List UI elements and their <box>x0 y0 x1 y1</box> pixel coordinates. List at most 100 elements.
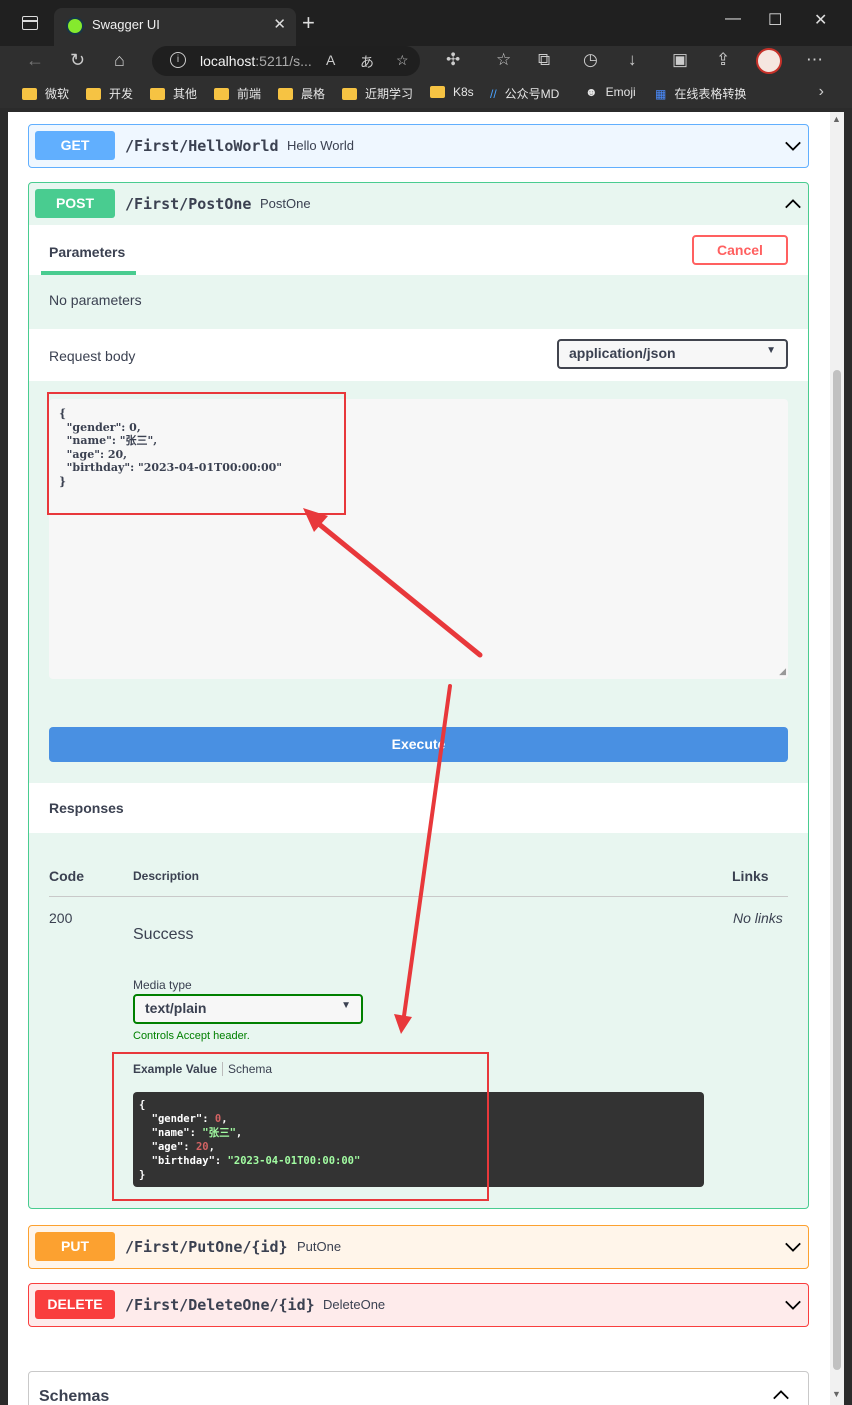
tab-close-icon[interactable]: ✕ <box>273 15 286 33</box>
method-badge: GET <box>35 131 115 160</box>
schemas-section[interactable]: Schemas <box>28 1371 809 1405</box>
collections-icon[interactable]: ⧉ <box>538 50 550 70</box>
table-icon: ▦ <box>655 87 667 101</box>
content-type-value: application/json <box>569 345 676 361</box>
schemas-title: Schemas <box>39 1388 110 1405</box>
response-description: Success <box>133 926 194 943</box>
folder-icon <box>342 88 357 100</box>
add-favorite-icon[interactable]: ☆ <box>396 52 409 69</box>
folder-icon <box>278 88 293 100</box>
tab-parameters[interactable]: Parameters <box>49 244 125 260</box>
operation-path: /First/HelloWorld <box>125 137 279 155</box>
tab-title: Swagger UI <box>92 17 160 32</box>
operation-description: PostOne <box>260 196 311 211</box>
history-icon[interactable]: ◷ <box>583 50 598 70</box>
profile-avatar[interactable] <box>756 48 782 74</box>
chevron-up-icon[interactable] <box>772 1386 790 1404</box>
no-links-text: No links <box>733 910 783 926</box>
execute-button[interactable]: Execute <box>49 727 788 762</box>
media-type-select[interactable]: text/plain ▼ <box>133 994 363 1024</box>
table-divider <box>49 896 788 897</box>
refresh-icon[interactable]: ↻ <box>70 50 85 71</box>
column-code: Code <box>49 868 84 884</box>
favorites-icon[interactable]: ☆ <box>496 50 511 70</box>
bookmark-folder[interactable]: 其他 <box>150 85 197 102</box>
vertical-scrollbar[interactable]: ▲ ▼ <box>830 112 844 1405</box>
bookmark-folder[interactable]: K8s <box>430 85 474 99</box>
bookmark-folder[interactable]: 前端 <box>214 85 261 102</box>
operation-summary[interactable]: PUT /First/PutOne/{id} PutOne <box>29 1226 808 1268</box>
bookmark-folder[interactable]: 微软 <box>22 85 69 102</box>
downloads-icon[interactable]: ↓ <box>628 50 637 70</box>
operation-description: Hello World <box>287 138 354 153</box>
operation-summary[interactable]: GET /First/HelloWorld Hello World <box>29 125 808 167</box>
chevron-down-icon: ▼ <box>341 1000 351 1011</box>
navigation-bar: ← ↻ ⌂ i localhost:5211/s... A あ ☆ ✣ ☆ ⧉ … <box>0 46 852 78</box>
bookmarks-bar: 微软 开发 其他 前端 晨格 近期学习 K8s //公众号MD ☻ Emoji ▦… <box>0 78 852 108</box>
bookmark-folder[interactable]: 近期学习 <box>342 85 413 102</box>
media-type-value: text/plain <box>145 1000 207 1016</box>
operation-summary[interactable]: DELETE /First/DeleteOne/{id} DeleteOne <box>29 1284 808 1326</box>
emoji-icon: ☻ <box>585 85 598 99</box>
method-badge: PUT <box>35 1232 115 1261</box>
bookmark-folder[interactable]: 开发 <box>86 85 133 102</box>
extensions-icon[interactable]: ✣ <box>446 50 460 70</box>
folder-icon <box>214 88 229 100</box>
title-bar: Swagger UI ✕ + — ☐ ✕ <box>0 0 852 46</box>
operation-summary[interactable]: POST /First/PostOne PostOne <box>29 183 808 225</box>
operation-description: PutOne <box>297 1239 342 1254</box>
bookmark-link[interactable]: ▦ 在线表格转换 <box>655 85 746 102</box>
address-bar[interactable]: i localhost:5211/s... <box>152 46 420 76</box>
resize-handle-icon[interactable]: ◢ <box>779 666 786 677</box>
window-menu-icon[interactable] <box>22 16 38 30</box>
chevron-down-icon[interactable] <box>784 1296 802 1314</box>
math-solver-icon[interactable]: ▣ <box>672 50 688 70</box>
new-tab-button[interactable]: + <box>302 10 315 36</box>
bookmark-link[interactable]: ☻ Emoji <box>585 85 636 99</box>
chevron-up-icon[interactable] <box>784 195 802 213</box>
operation-path: /First/DeleteOne/{id} <box>125 1296 315 1314</box>
parameters-header: Parameters Cancel <box>29 225 808 275</box>
content-type-select[interactable]: application/json ▼ <box>557 339 788 369</box>
md-icon: // <box>490 87 497 101</box>
operation-get[interactable]: GET /First/HelloWorld Hello World <box>28 124 809 168</box>
chevron-down-icon[interactable] <box>784 137 802 155</box>
bookmarks-overflow-icon[interactable]: › <box>819 83 824 101</box>
minimize-button[interactable]: — <box>725 10 741 28</box>
operation-delete[interactable]: DELETE /First/DeleteOne/{id} DeleteOne <box>28 1283 809 1327</box>
read-aloud-icon[interactable]: A <box>326 52 335 68</box>
operation-put[interactable]: PUT /First/PutOne/{id} PutOne <box>28 1225 809 1269</box>
translate-icon[interactable]: あ <box>360 52 374 72</box>
response-code: 200 <box>49 910 73 926</box>
annotation-box-request <box>47 392 346 515</box>
responses-header: Responses <box>29 783 808 833</box>
operation-path: /First/PostOne <box>125 195 252 213</box>
cancel-button[interactable]: Cancel <box>692 235 788 265</box>
home-icon[interactable]: ⌂ <box>114 50 125 71</box>
bookmark-folder[interactable]: 晨格 <box>278 85 325 102</box>
share-icon[interactable]: ⇪ <box>716 50 730 70</box>
swagger-page: GET /First/HelloWorld Hello World POST /… <box>8 112 844 1405</box>
close-window-button[interactable]: ✕ <box>814 10 827 30</box>
column-description: Description <box>133 869 200 883</box>
url-text[interactable]: localhost:5211/s... <box>200 53 312 69</box>
accept-header-note: Controls Accept header. <box>133 1030 250 1042</box>
browser-tab[interactable]: Swagger UI ✕ <box>54 8 296 46</box>
method-badge: DELETE <box>35 1290 115 1319</box>
media-type-label: Media type <box>133 978 192 992</box>
scroll-up-icon[interactable]: ▲ <box>832 114 841 124</box>
annotation-box-response <box>112 1052 489 1201</box>
chevron-down-icon[interactable] <box>784 1238 802 1256</box>
method-badge: POST <box>35 189 115 218</box>
maximize-button[interactable]: ☐ <box>768 10 782 30</box>
more-menu-icon[interactable]: ⋯ <box>806 50 823 70</box>
site-info-icon[interactable]: i <box>170 52 186 68</box>
request-body-label: Request body <box>49 348 136 364</box>
scroll-down-icon[interactable]: ▼ <box>832 1389 841 1399</box>
back-icon[interactable]: ← <box>26 50 44 71</box>
bookmark-link[interactable]: //公众号MD <box>490 85 559 102</box>
folder-icon <box>22 88 37 100</box>
folder-icon <box>86 88 101 100</box>
scrollbar-thumb[interactable] <box>833 370 841 1370</box>
chevron-down-icon: ▼ <box>766 345 776 356</box>
